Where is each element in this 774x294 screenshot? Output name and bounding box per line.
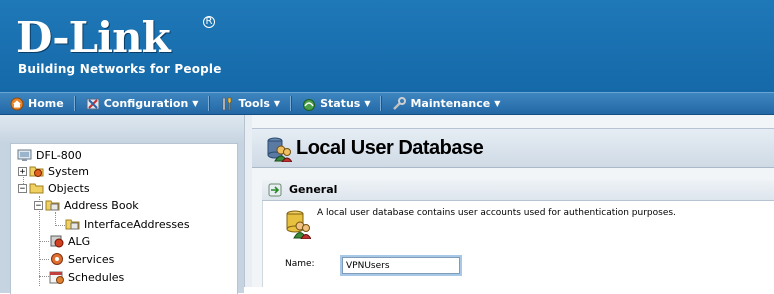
alg-icon	[50, 235, 64, 248]
maintenance-icon	[393, 96, 407, 110]
services-icon	[51, 253, 63, 265]
left-panel-border	[0, 143, 10, 293]
tree-item-label: Address Book	[64, 198, 139, 212]
address-folder-icon	[65, 219, 80, 230]
registered-mark: R	[203, 16, 215, 28]
tree-item-label: InterfaceAddresses	[84, 217, 190, 231]
chevron-down-icon: ▼	[364, 99, 371, 108]
dlink-logo: D-Link	[16, 13, 171, 62]
user-database-icon	[286, 210, 311, 239]
menubar: Home Configuration ▼ Tools ▼ Status ▼ Ma…	[0, 92, 774, 115]
menu-status-label: Status	[320, 97, 361, 110]
tree-line	[55, 225, 65, 226]
name-label: Name:	[285, 259, 315, 269]
tree-item-label: Objects	[48, 181, 90, 195]
header-banner: D-Link R Building Networks for People	[0, 0, 774, 92]
chevron-down-icon: ▼	[192, 99, 199, 108]
tree-item-objects[interactable]: − Objects	[18, 180, 90, 196]
tree-item-alg[interactable]: ALG	[49, 233, 90, 249]
menu-maintenance[interactable]: Maintenance ▼	[388, 93, 504, 114]
tree-item-label: Schedules	[68, 270, 125, 284]
tree-line	[39, 241, 49, 242]
menu-configuration-label: Configuration	[103, 97, 189, 110]
menu-status[interactable]: Status ▼	[298, 93, 374, 114]
tree-item-schedules[interactable]: Schedules	[49, 269, 124, 285]
device-icon	[17, 149, 32, 161]
menu-separator	[73, 96, 76, 111]
menu-separator	[380, 96, 383, 111]
folder-icon	[29, 183, 44, 194]
tree-item-address-book[interactable]: − Address Book	[34, 197, 139, 213]
address-book-icon	[45, 200, 60, 211]
user-database-icon	[267, 137, 292, 162]
chevron-down-icon: ▼	[273, 99, 281, 108]
menu-tools-label: Tools	[238, 97, 270, 110]
navigation-tree: DFL-800 + System − Objects − Address Boo…	[10, 143, 238, 294]
tree-item-services[interactable]: Services	[49, 251, 114, 267]
left-panel-header	[0, 115, 244, 143]
name-field[interactable]	[340, 255, 462, 276]
configuration-icon	[86, 98, 100, 109]
expand-icon[interactable]: +	[18, 166, 27, 176]
tree-item-dfl-800[interactable]: DFL-800	[17, 147, 82, 163]
tree-item-system[interactable]: + System	[18, 163, 89, 179]
menu-tools[interactable]: Tools ▼	[216, 93, 284, 114]
page-title: Local User Database	[296, 137, 484, 159]
tagline: Building Networks for People	[18, 62, 222, 76]
section-title: General	[289, 183, 338, 196]
tree-line	[55, 212, 56, 226]
tools-icon	[223, 97, 232, 110]
tree-line	[39, 259, 49, 260]
schedules-icon	[49, 271, 64, 284]
system-icon	[29, 166, 44, 177]
collapse-icon[interactable]: −	[34, 200, 43, 210]
section-header-general	[262, 180, 774, 201]
menu-maintenance-label: Maintenance	[410, 97, 491, 110]
arrow-right-icon	[268, 183, 282, 197]
tree-item-label: Services	[68, 252, 115, 266]
tree-item-label: DFL-800	[36, 148, 82, 162]
tree-item-interface-addresses[interactable]: InterfaceAddresses	[65, 216, 190, 232]
tree-item-label: System	[48, 164, 90, 178]
collapse-icon[interactable]: −	[18, 183, 27, 193]
tree-item-label: ALG	[68, 234, 91, 248]
menu-configuration[interactable]: Configuration ▼	[82, 93, 203, 114]
status-icon	[303, 98, 316, 111]
menu-separator	[208, 96, 211, 111]
chevron-down-icon: ▼	[494, 99, 501, 108]
home-icon	[10, 97, 24, 110]
menu-home[interactable]: Home	[6, 93, 68, 114]
section-description: A local user database contains user acco…	[317, 208, 676, 218]
menu-home-label: Home	[28, 97, 64, 110]
tree-line	[39, 276, 49, 277]
menu-separator	[290, 96, 293, 111]
